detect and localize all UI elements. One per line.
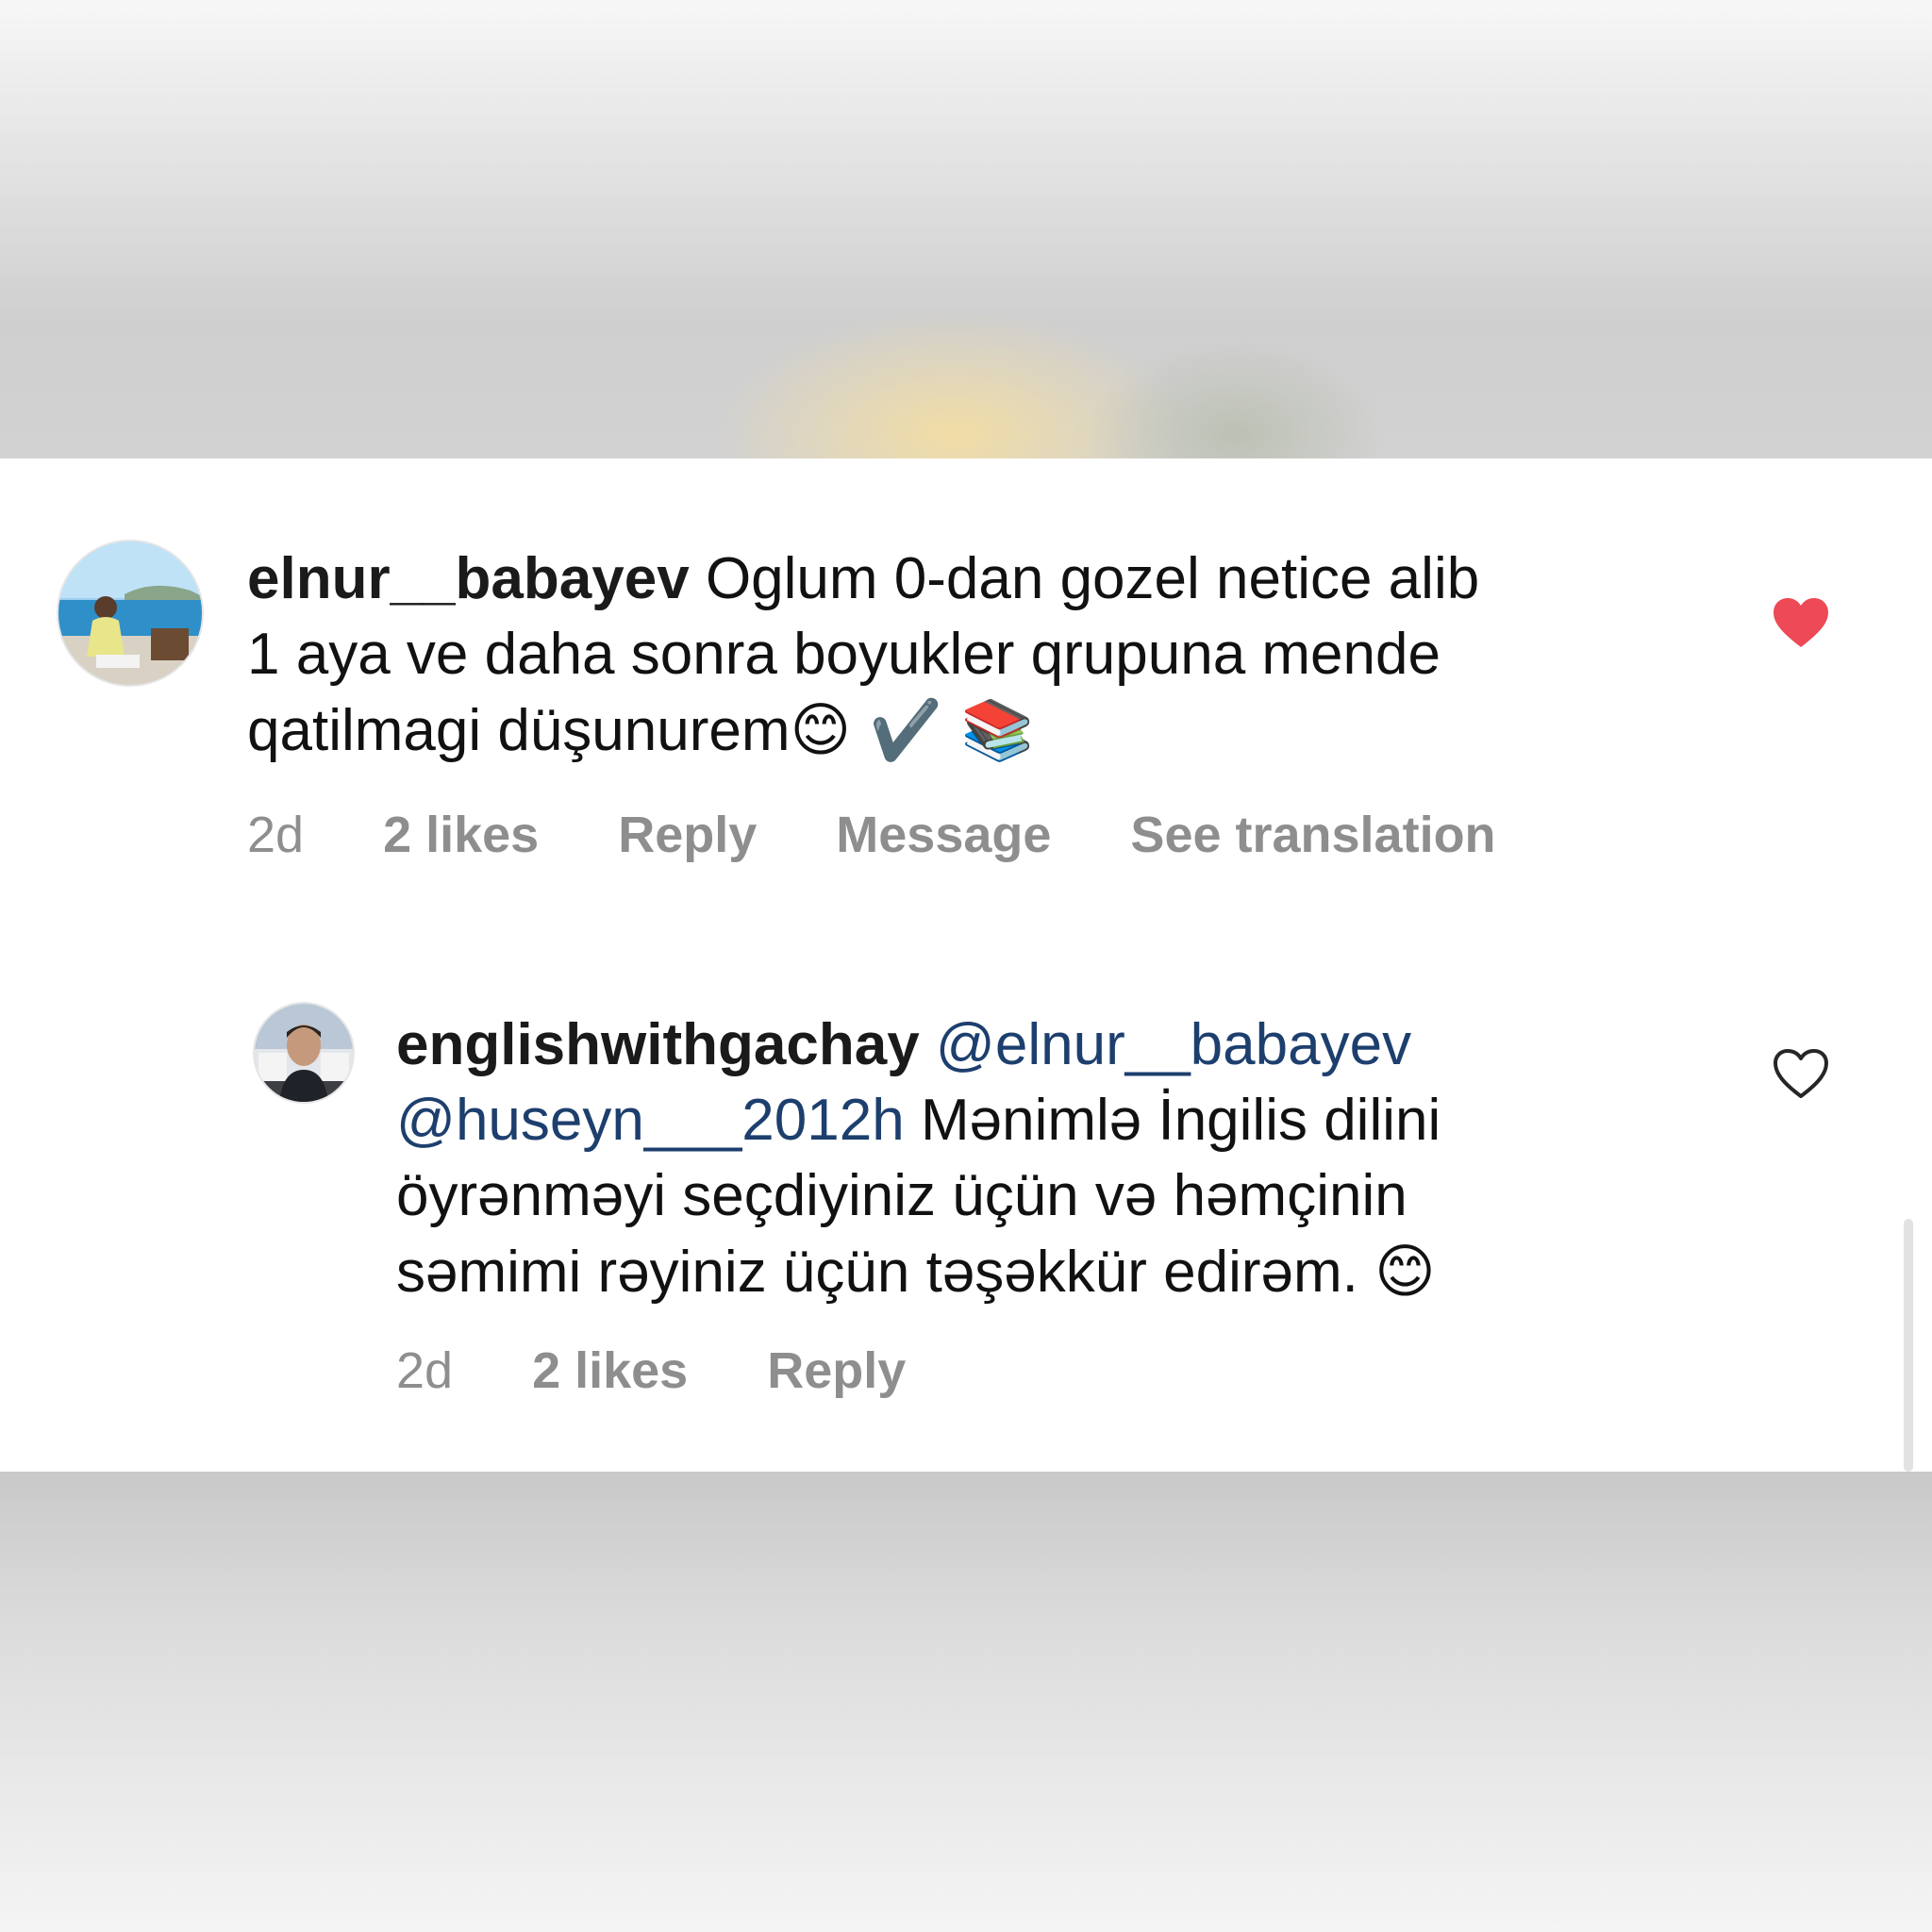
comment-line: səmimi rəyiniz üçün təşəkkür edirəm. 😊 [396,1234,1736,1310]
smile-emoji: 😊 [1374,1237,1436,1306]
mention-link[interactable]: @elnur__babayev [936,1012,1411,1077]
heart-outline-icon[interactable] [1772,1047,1830,1100]
comment-line: elnur__babayev Oglum 0-dan gozel netice … [247,541,1719,617]
comments-panel: elnur__babayev Oglum 0-dan gozel netice … [0,458,1932,1472]
comment-body: Mənimlə İngilis dilini [920,1088,1441,1153]
comment-elnur: elnur__babayev Oglum 0-dan gozel netice … [0,458,1932,892]
blurred-background-bottom [0,1472,1932,1932]
likes-count[interactable]: 2 likes [383,806,539,864]
see-translation-button[interactable]: See translation [1130,806,1495,864]
timestamp: 2d [396,1342,454,1399]
comment-actions: 2d 2 likes Reply Message See translation [247,806,1496,864]
comment-username[interactable]: englishwithgachay [396,1012,920,1077]
comment-body: səmimi rəyiniz üçün təşəkkür edirəm. [396,1240,1358,1305]
comment-username[interactable]: elnur__babayev [247,546,690,611]
reply-button[interactable]: Reply [767,1341,906,1400]
avatar-photo [58,541,202,685]
emoji-group: 😊 ✔️ 📚 [790,695,1034,764]
reply-englishwithgachay: englishwithgachay @elnur__babayev @husey… [0,958,1932,1468]
avatar[interactable] [57,540,204,687]
likes-count[interactable]: 2 likes [532,1341,688,1400]
comment-line: öyrənməyi seçdiyiniz üçün və həmçinin [396,1163,1407,1228]
comment-line: 1 aya ve daha sonra boyukler qrupuna men… [247,622,1441,687]
avatar[interactable] [253,1002,355,1104]
comment-body: Oglum 0-dan gozel netice alib [705,546,1480,611]
heart-filled-icon[interactable] [1772,596,1830,649]
blurred-background-top [0,0,1932,458]
timestamp: 2d [247,807,305,863]
comment-actions: 2d 2 likes Reply [396,1341,906,1400]
comment-text: englishwithgachay @elnur__babayev @husey… [396,1008,1736,1310]
comment-line: englishwithgachay @elnur__babayev [396,1008,1736,1083]
comment-text: elnur__babayev Oglum 0-dan gozel netice … [247,541,1719,769]
mention-link[interactable]: @huseyn___2012h [396,1088,905,1153]
comment-body: qatilmagi düşunurem [247,698,791,763]
avatar-photo [255,1004,353,1102]
comment-line: @huseyn___2012h Mənimlə İngilis dilini [396,1083,1736,1158]
message-button[interactable]: Message [836,806,1051,864]
reply-button[interactable]: Reply [618,806,757,864]
comment-line: qatilmagi düşunurem😊 ✔️ 📚 [247,692,1719,769]
scrollbar[interactable] [1904,1219,1913,1472]
